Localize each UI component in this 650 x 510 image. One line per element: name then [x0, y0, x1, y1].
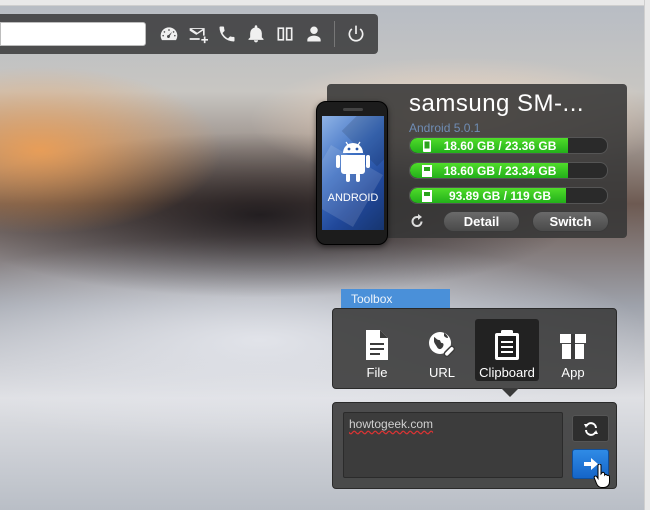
android-label: ANDROID: [327, 192, 379, 204]
tool-label: App: [561, 365, 585, 380]
storage-bar: 93.89 GB / 119 GB: [409, 187, 608, 204]
power-icon[interactable]: [341, 19, 370, 49]
dual-screen-icon[interactable]: [270, 19, 299, 49]
toolbar-divider: [334, 21, 335, 47]
clipboard-text: howtogeek.com: [349, 417, 434, 431]
storage-bar: 18.60 GB / 23.36 GB: [409, 137, 608, 154]
tool-app[interactable]: App: [541, 319, 605, 381]
tool-label: URL: [428, 365, 455, 380]
device-os-version: Android 5.0.1: [409, 121, 481, 135]
clipboard-text-area[interactable]: howtogeek.com: [343, 412, 563, 478]
sync-icon: [583, 421, 598, 436]
switch-button[interactable]: Switch: [532, 211, 609, 232]
search-input[interactable]: [0, 22, 146, 46]
storage-bar: 18.60 GB / 23.34 GB: [409, 162, 608, 179]
phone-speaker: [343, 108, 363, 111]
phone-image: ANDROID: [316, 101, 388, 245]
storage-bar-label: 18.60 GB / 23.34 GB: [443, 164, 557, 178]
phone-icon[interactable]: [212, 19, 241, 49]
phone-screen: ANDROID: [322, 116, 384, 230]
storage-bar-label: 93.89 GB / 119 GB: [448, 189, 552, 203]
message-add-icon[interactable]: [183, 19, 212, 49]
dashboard-icon[interactable]: [154, 19, 183, 49]
file-icon: [366, 330, 388, 360]
device-name: samsung SM-...: [409, 90, 585, 117]
hand-cursor-icon: [593, 464, 610, 488]
top-toolbar: [0, 14, 378, 54]
tool-url[interactable]: URL: [410, 319, 474, 381]
toolbox-tab[interactable]: Toolbox: [341, 289, 450, 308]
clipboard-icon: [495, 330, 519, 360]
window-top-border: [0, 0, 650, 6]
user-icon[interactable]: [299, 19, 328, 49]
detail-button[interactable]: Detail: [443, 211, 520, 232]
android-icon: [336, 141, 370, 182]
storage-bar-label: 18.60 GB / 23.36 GB: [443, 139, 557, 153]
sync-clipboard-button[interactable]: [572, 415, 609, 442]
toolbox-panel: File URL Clipboard App: [332, 308, 617, 389]
tool-file[interactable]: File: [345, 319, 409, 381]
bell-icon[interactable]: [241, 19, 270, 49]
app-box-icon: [560, 334, 586, 359]
tool-clipboard[interactable]: Clipboard: [475, 319, 539, 381]
globe-link-icon: [429, 332, 456, 358]
toolbox-pointer: [501, 388, 519, 397]
tool-label: File: [366, 365, 388, 380]
toolbar-icons: [154, 19, 370, 49]
refresh-icon[interactable]: [409, 213, 425, 229]
tool-label: Clipboard: [479, 365, 535, 380]
window-right-border: [644, 0, 650, 510]
